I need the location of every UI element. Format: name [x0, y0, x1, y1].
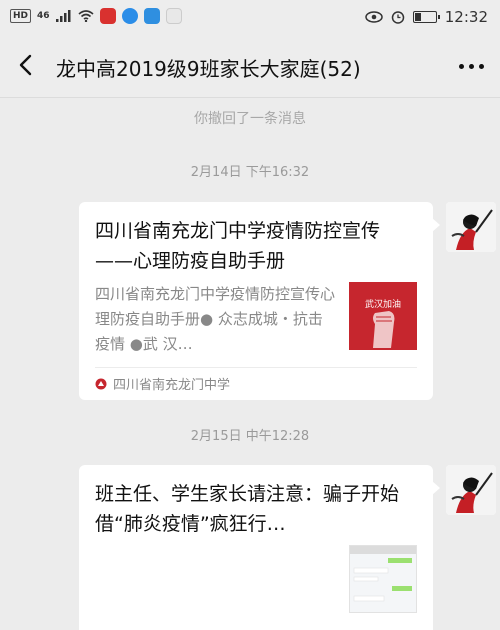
article-thumbnail: 武汉加油 — [349, 282, 417, 350]
article-card[interactable]: 四川省南充龙门中学疫情防控宣传——心理防疫自助手册 四川省南充龙门中学疫情防控宣… — [79, 202, 440, 400]
alipay-app-icon — [143, 8, 160, 24]
source-name: 四川省南充龙门中学 — [113, 378, 231, 393]
sender-avatar-image — [446, 202, 496, 252]
sender-avatar-image — [446, 465, 496, 515]
article-title: 班主任、学生家长请注意：骗子开始借“肺炎疫情”疯狂行… — [95, 483, 400, 535]
status-left: HD 46 — [10, 8, 182, 24]
status-right: 12:32 — [365, 8, 488, 26]
chat-header: 龙中高2019级9班家长大家庭(52) — [0, 34, 500, 98]
eye-comfort-icon — [365, 11, 383, 23]
article-card[interactable]: 班主任、学生家长请注意：骗子开始借“肺炎疫情”疯狂行… — [79, 465, 440, 630]
message-timestamp: 2月15日 中午12:28 — [190, 429, 310, 444]
battery-icon — [412, 11, 440, 23]
card-divider — [95, 367, 417, 368]
browser-app-icon — [121, 8, 138, 24]
message-timestamp: 2月14日 下午16:32 — [190, 165, 310, 180]
chat-screenshot-thumbnail — [350, 546, 416, 602]
network-type: 46 — [37, 11, 50, 21]
article-summary: 四川省南充龙门中学疫情防控宣传心理防疫自助手册● 众志成城・抗击疫情 ●武 汉… — [95, 285, 336, 353]
weibo-app-icon — [99, 8, 116, 24]
status-bar: HD 46 12:32 — [0, 0, 500, 34]
video-app-icon — [165, 8, 182, 24]
hd-indicator: HD — [10, 9, 32, 23]
alarm-icon — [391, 11, 405, 24]
official-account-icon — [95, 378, 107, 389]
article-thumbnail — [349, 545, 417, 613]
raised-fist-icon — [373, 311, 395, 348]
wifi-icon — [78, 10, 94, 22]
avatar[interactable] — [446, 465, 496, 515]
avatar[interactable] — [446, 202, 496, 252]
signal-icon — [55, 10, 71, 22]
back-arrow-icon[interactable] — [14, 52, 40, 78]
recall-notice: 你撤回了一条消息 — [194, 111, 306, 127]
article-source: 四川省南充龙门中学 — [95, 374, 230, 393]
chat-title: 龙中高2019级9班家长大家庭(52) — [56, 57, 361, 81]
clock: 12:32 — [444, 8, 488, 26]
more-options-icon[interactable] — [459, 64, 484, 69]
article-title: 四川省南充龙门中学疫情防控宣传——心理防疫自助手册 — [95, 220, 381, 272]
